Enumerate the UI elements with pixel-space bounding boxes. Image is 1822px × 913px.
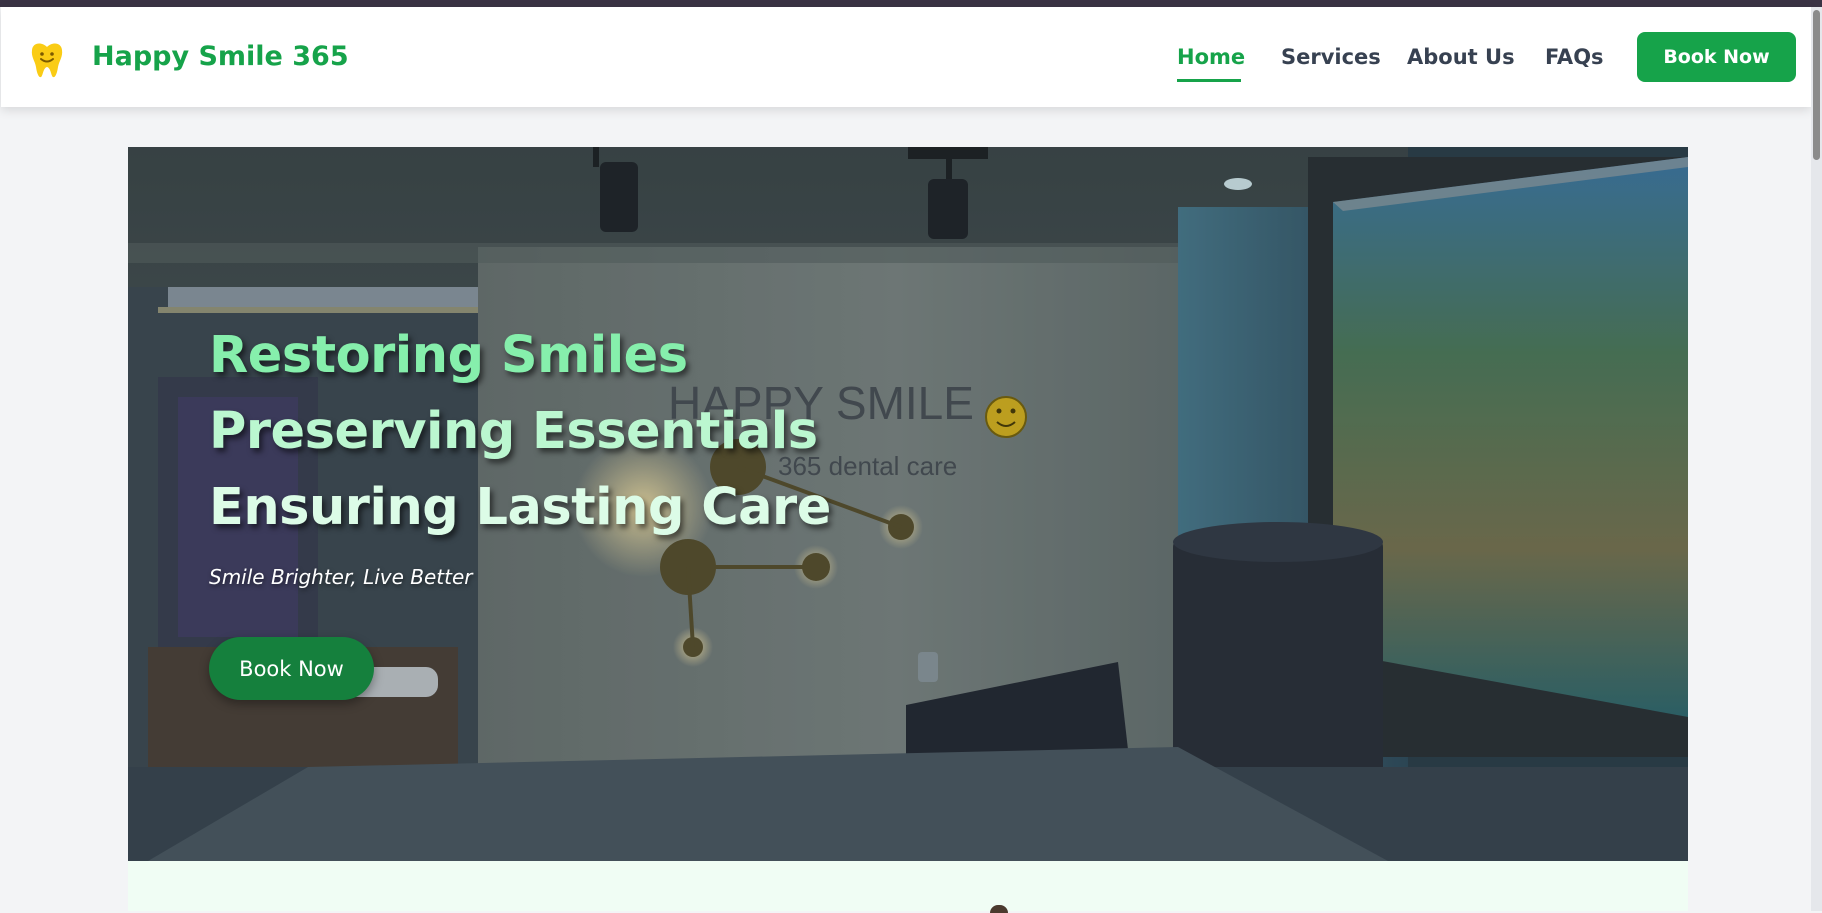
site-header: Happy Smile 365 Home Services About Us F… bbox=[1, 7, 1811, 107]
hero-title-line-3: Ensuring Lasting Care bbox=[209, 478, 831, 537]
hero-title-line-1: Restoring Smiles bbox=[209, 326, 688, 385]
nav-faqs-link[interactable]: FAQs bbox=[1545, 45, 1604, 69]
header-book-now-button[interactable]: Book Now bbox=[1637, 32, 1796, 82]
hero-section: HAPPY SMILE 365 dental care Restoring Sm… bbox=[128, 147, 1688, 861]
hero-tagline: Smile Brighter, Live Better bbox=[209, 565, 473, 589]
tooth-logo-icon[interactable] bbox=[30, 41, 64, 79]
next-section-preview bbox=[128, 861, 1688, 913]
brand-name[interactable]: Happy Smile 365 bbox=[92, 41, 349, 72]
nav-active-underline bbox=[1177, 79, 1241, 82]
page-scrollbar-thumb[interactable] bbox=[1813, 10, 1820, 160]
nav-home-link[interactable]: Home bbox=[1177, 45, 1245, 69]
hero-book-now-button[interactable]: Book Now bbox=[209, 637, 374, 700]
hero-title-line-2: Preserving Essentials bbox=[209, 402, 818, 461]
nav-services-link[interactable]: Services bbox=[1281, 45, 1381, 69]
hero-headline: Restoring Smiles Preserving Essentials E… bbox=[209, 318, 831, 546]
nav-about-link[interactable]: About Us bbox=[1407, 45, 1515, 69]
next-section-image-peek bbox=[990, 905, 1008, 913]
browser-top-strip bbox=[0, 0, 1822, 7]
